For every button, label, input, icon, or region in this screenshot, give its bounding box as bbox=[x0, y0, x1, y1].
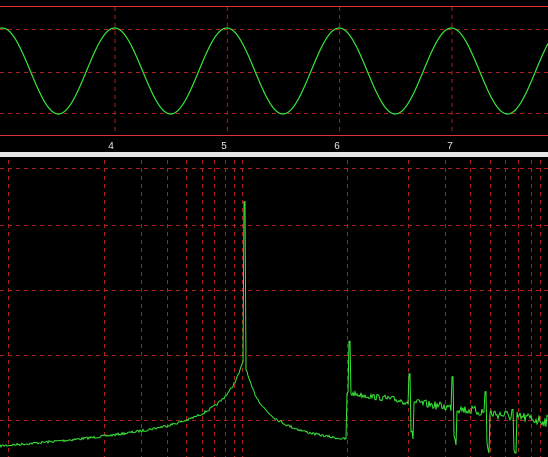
oscilloscope-plot[interactable]: 4 5 6 7 bbox=[0, 0, 548, 150]
panel-splitter[interactable] bbox=[0, 150, 548, 160]
signal-analyzer-window: 4 5 6 7 bbox=[0, 0, 548, 457]
time-tick-label: 7 bbox=[447, 141, 453, 150]
oscilloscope-panel: 4 5 6 7 bbox=[0, 0, 548, 150]
oscilloscope-background bbox=[0, 0, 548, 150]
time-tick-label: 6 bbox=[334, 141, 340, 150]
time-tick-label: 4 bbox=[108, 141, 114, 150]
splitter-bar[interactable] bbox=[0, 152, 548, 157]
time-tick-label: 5 bbox=[221, 141, 227, 150]
spectrum-panel bbox=[0, 160, 548, 457]
spectrum-plot[interactable] bbox=[0, 160, 548, 457]
